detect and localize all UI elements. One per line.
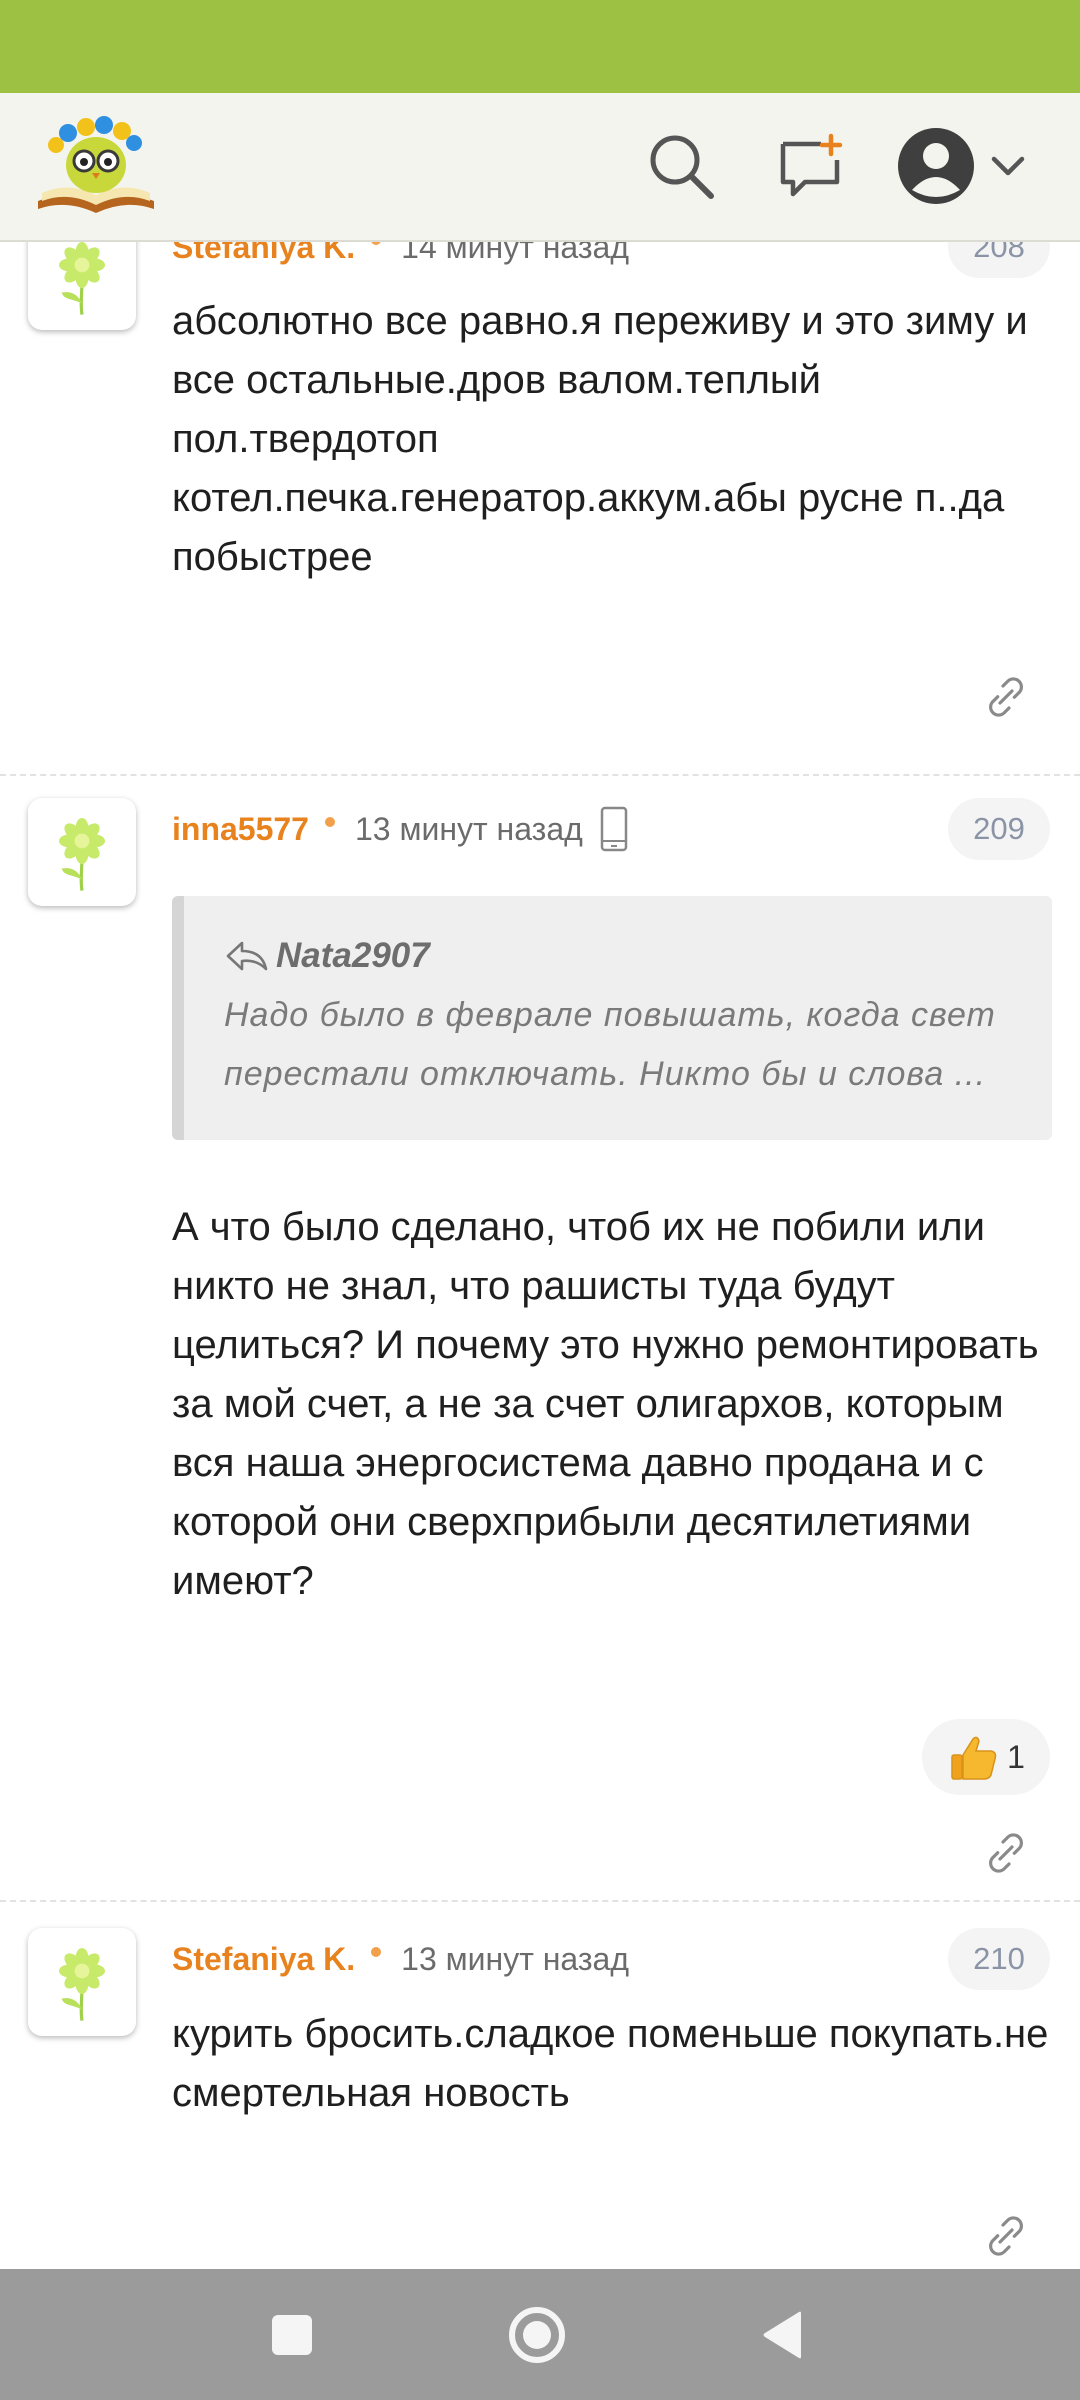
avatar[interactable] bbox=[28, 798, 136, 906]
flower-avatar-icon bbox=[57, 242, 107, 317]
comment-item: inna5577 13 минут назад 209 Nata2907 Над… bbox=[0, 774, 1080, 1899]
online-dot bbox=[324, 817, 335, 827]
online-dot bbox=[371, 1947, 382, 1957]
comment-author[interactable]: Stefaniya K. bbox=[172, 1941, 355, 1978]
like-count: 1 bbox=[1007, 1738, 1025, 1775]
comment-text: абсолютно все равно.я переживу и это зим… bbox=[172, 299, 1028, 579]
back-button[interactable] bbox=[722, 2269, 842, 2400]
link-icon bbox=[989, 2216, 1023, 2256]
back-icon bbox=[763, 2311, 801, 2358]
flower-avatar-icon bbox=[57, 1946, 107, 2023]
app-header bbox=[0, 93, 1080, 242]
comment-text: курить бросить.сладкое поменьше покупать… bbox=[172, 2012, 1049, 2115]
quote-block[interactable]: Nata2907 Надо было в феврале повышать, к… bbox=[172, 896, 1052, 1140]
copy-link-button[interactable] bbox=[976, 667, 1036, 727]
comment-meta: Stefaniya K. 13 минут назад bbox=[172, 1934, 629, 1984]
recent-apps-button[interactable] bbox=[232, 2269, 352, 2400]
status-bar bbox=[0, 0, 1080, 93]
recent-apps-icon bbox=[272, 2314, 312, 2355]
link-icon bbox=[989, 677, 1023, 717]
new-post-button[interactable] bbox=[766, 121, 856, 211]
copy-link-button[interactable] bbox=[976, 1823, 1036, 1883]
comment-item: Stefaniya K. 13 минут назад 210 курить б… bbox=[0, 1900, 1080, 2268]
quote-author-row: Nata2907 bbox=[224, 936, 430, 976]
new-post-icon bbox=[780, 133, 843, 197]
avatar[interactable] bbox=[28, 1928, 136, 2036]
flower-avatar-icon bbox=[57, 816, 107, 893]
comments-feed[interactable]: Stefaniya K. 14 минут назад 208 абсолютн… bbox=[0, 242, 1080, 2268]
online-dot bbox=[371, 242, 382, 245]
search-icon bbox=[650, 135, 714, 199]
quote-author[interactable]: Nata2907 bbox=[276, 936, 430, 976]
comment-number-badge[interactable]: 209 bbox=[948, 798, 1050, 860]
copy-link-button[interactable] bbox=[976, 2206, 1036, 2266]
profile-menu-button[interactable] bbox=[896, 121, 1046, 211]
comment-author[interactable]: inna5577 bbox=[172, 811, 309, 848]
comment-number-badge[interactable]: 208 bbox=[948, 242, 1050, 278]
like-button[interactable]: 1 bbox=[922, 1719, 1050, 1795]
avatar[interactable] bbox=[28, 242, 136, 330]
search-button[interactable] bbox=[636, 121, 726, 211]
comment-meta: Stefaniya K. 14 минут назад bbox=[172, 242, 629, 272]
comment-time: 13 минут назад bbox=[354, 810, 583, 847]
reply-arrow-icon bbox=[226, 941, 268, 971]
app-logo[interactable] bbox=[34, 109, 158, 221]
profile-avatar-icon bbox=[898, 128, 974, 204]
comment-time: 13 минут назад bbox=[401, 1940, 629, 1977]
comment-meta: inna5577 13 минут назад bbox=[172, 804, 629, 854]
comment-author[interactable]: Stefaniya K. bbox=[172, 242, 355, 266]
comment-time: 14 минут назад bbox=[401, 242, 629, 265]
home-icon bbox=[509, 2306, 565, 2363]
home-button[interactable] bbox=[477, 2269, 597, 2400]
link-icon bbox=[989, 1833, 1023, 1873]
chevron-down-icon bbox=[991, 156, 1025, 176]
comment-text: А что было сделано, чтоб их не побили ил… bbox=[172, 1205, 1039, 1603]
mobile-phone-icon bbox=[599, 806, 629, 852]
comment-number-badge[interactable]: 210 bbox=[948, 1928, 1050, 1990]
system-navigation-bar bbox=[0, 2269, 1080, 2400]
quote-text: Надо было в феврале повышать, когда свет… bbox=[224, 996, 996, 1093]
thumbs-up-icon bbox=[951, 1736, 997, 1780]
